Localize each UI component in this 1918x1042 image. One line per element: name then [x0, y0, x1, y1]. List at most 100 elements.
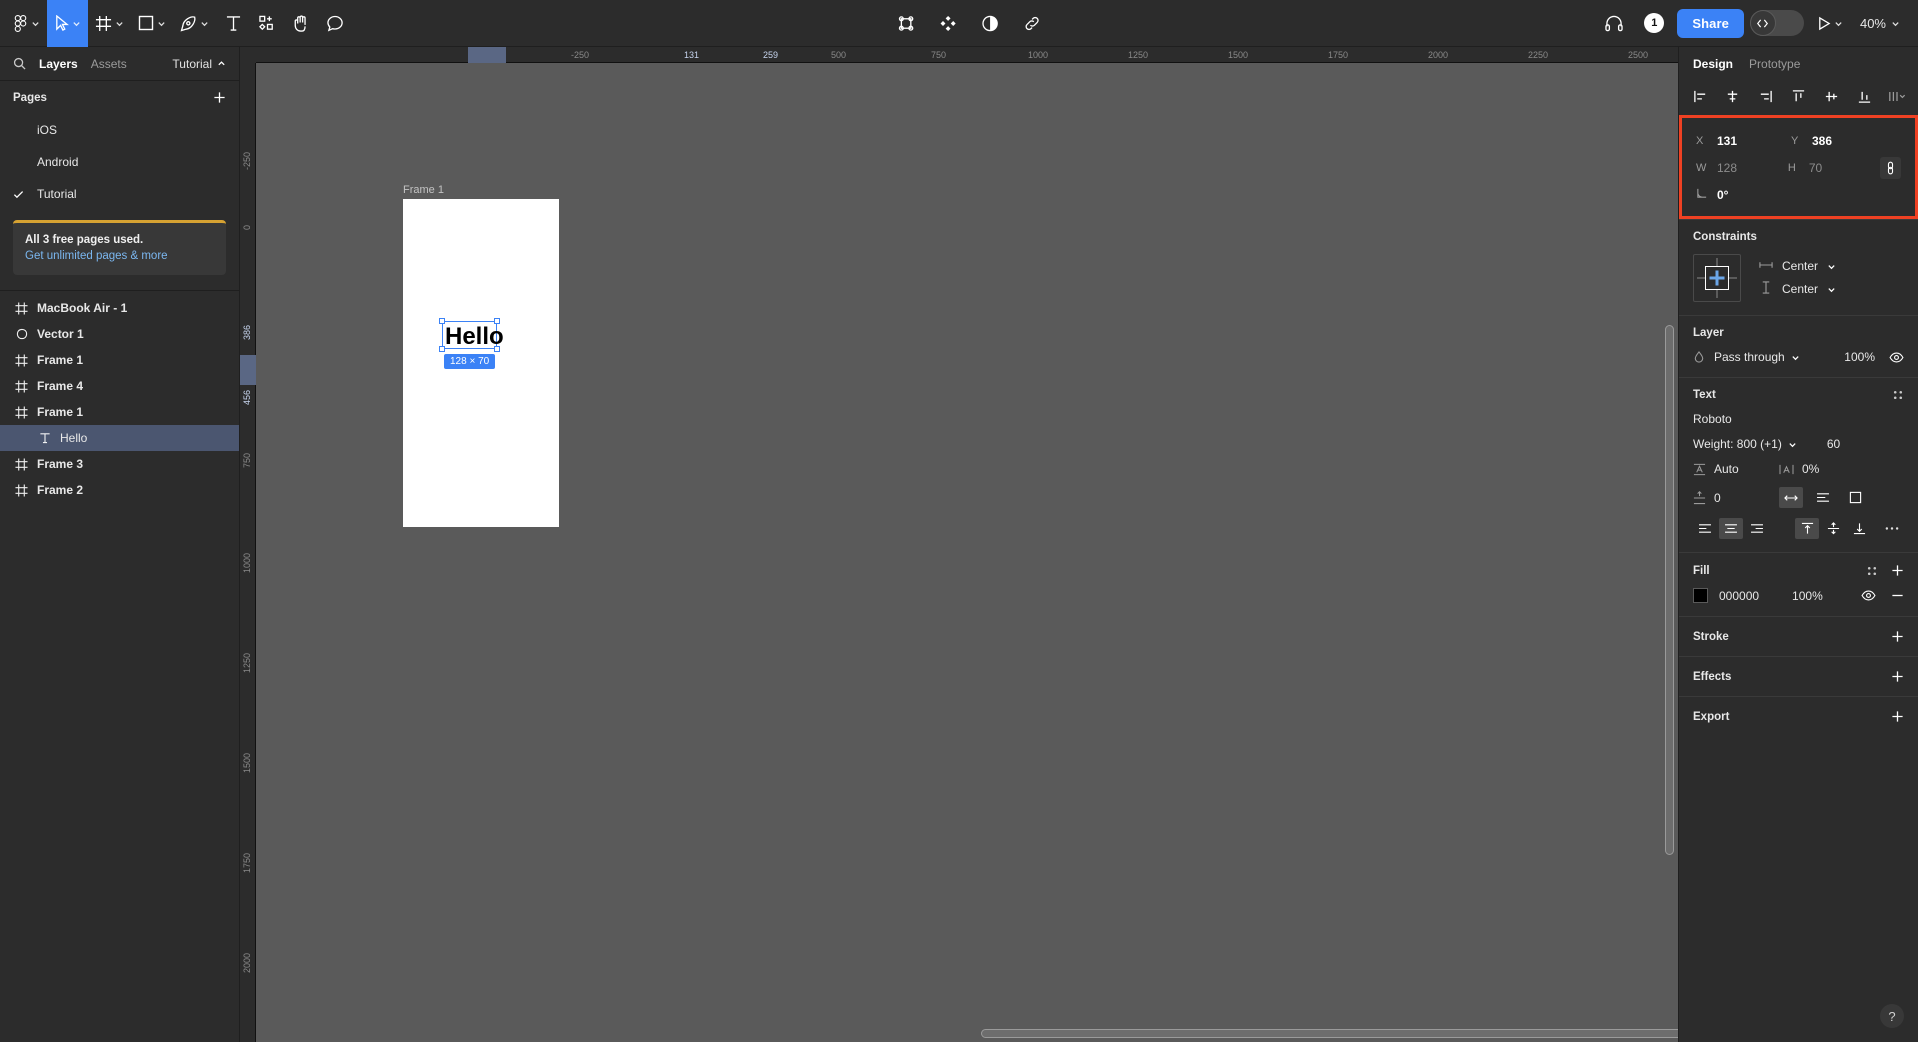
- align-vertical-center-icon[interactable]: [1818, 84, 1844, 108]
- comment-tool-button[interactable]: [318, 0, 352, 47]
- layer-row[interactable]: Frame 1: [0, 347, 239, 373]
- tab-prototype[interactable]: Prototype: [1749, 57, 1800, 71]
- styles-dots-icon[interactable]: [1866, 565, 1878, 577]
- figma-menu-button[interactable]: [6, 0, 47, 47]
- rotation-field[interactable]: 0°: [1696, 187, 1791, 202]
- canvas-viewport[interactable]: Frame 1 Hello 128 × 70: [256, 63, 1678, 1042]
- paragraph-spacing-group[interactable]: 0: [1693, 491, 1771, 505]
- resources-tool-button[interactable]: [250, 0, 284, 47]
- vertical-ruler[interactable]: -250 0 386 456 750 1000 1250 1500 1750 2…: [240, 47, 256, 1042]
- fill-color-swatch[interactable]: [1693, 588, 1708, 603]
- add-stroke-button[interactable]: [1891, 630, 1904, 643]
- align-text-right-icon[interactable]: [1745, 518, 1769, 539]
- auto-width-icon[interactable]: [1779, 487, 1803, 508]
- tab-design[interactable]: Design: [1693, 57, 1733, 71]
- layer-row[interactable]: Frame 3: [0, 451, 239, 477]
- layer-row[interactable]: Vector 1: [0, 321, 239, 347]
- remove-fill-button[interactable]: [1891, 589, 1904, 602]
- y-field[interactable]: Y 386: [1791, 134, 1886, 148]
- horizontal-ruler[interactable]: -250 131 259 500 750 1000 1250 1500 1750…: [240, 47, 1848, 63]
- distribute-icon[interactable]: [1884, 84, 1910, 108]
- add-export-button[interactable]: [1891, 710, 1904, 723]
- help-button[interactable]: ?: [1880, 1004, 1904, 1028]
- horizontal-scrollbar[interactable]: [981, 1029, 1678, 1038]
- add-effect-button[interactable]: [1891, 670, 1904, 683]
- layer-row[interactable]: Frame 2: [0, 477, 239, 503]
- layer-title: Layer: [1693, 327, 1724, 339]
- move-tool-button[interactable]: [47, 0, 88, 47]
- align-text-center-icon[interactable]: [1719, 518, 1743, 539]
- layer-opacity-value[interactable]: 100%: [1844, 350, 1875, 364]
- w-field[interactable]: W 128: [1696, 161, 1788, 175]
- page-item-tutorial[interactable]: Tutorial: [0, 178, 239, 210]
- align-text-bottom-icon[interactable]: [1847, 518, 1871, 539]
- zoom-control[interactable]: 40%: [1856, 16, 1904, 31]
- mask-button[interactable]: [973, 0, 1007, 47]
- more-dots-icon[interactable]: [1880, 518, 1904, 539]
- component-button[interactable]: [889, 0, 923, 47]
- page-item-android[interactable]: Android: [0, 146, 239, 178]
- constraint-vertical-dropdown[interactable]: Center: [1759, 281, 1836, 297]
- avatar[interactable]: 1: [1637, 0, 1671, 47]
- align-top-icon[interactable]: [1785, 84, 1811, 108]
- x-field[interactable]: X 131: [1696, 134, 1791, 148]
- letter-spacing-group[interactable]: 0%: [1779, 462, 1857, 476]
- hand-tool-button[interactable]: [284, 0, 318, 47]
- eye-icon[interactable]: [1861, 590, 1876, 601]
- align-text-left-icon[interactable]: [1693, 518, 1717, 539]
- dimension-badge: 128 × 70: [444, 354, 496, 369]
- link-button[interactable]: [1015, 0, 1049, 47]
- hello-text-object[interactable]: Hello: [445, 325, 504, 349]
- align-text-middle-icon[interactable]: [1821, 518, 1845, 539]
- dev-mode-toggle[interactable]: [1749, 10, 1804, 36]
- search-icon[interactable]: [13, 57, 26, 70]
- frame-tool-button[interactable]: [88, 0, 131, 47]
- align-text-top-icon[interactable]: [1795, 518, 1819, 539]
- tab-assets[interactable]: Assets: [91, 57, 127, 71]
- align-right-icon[interactable]: [1753, 84, 1779, 108]
- blend-mode-value[interactable]: Pass through: [1714, 350, 1785, 364]
- effects-title: Effects: [1693, 670, 1732, 683]
- truncate-icon[interactable]: [1811, 487, 1835, 508]
- fixed-size-icon[interactable]: [1843, 487, 1867, 508]
- add-page-button[interactable]: [213, 91, 226, 104]
- share-button[interactable]: Share: [1677, 8, 1744, 38]
- align-left-icon[interactable]: [1687, 84, 1713, 108]
- text-tool-button[interactable]: [216, 0, 250, 47]
- font-family-value[interactable]: Roboto: [1693, 412, 1904, 426]
- present-button[interactable]: [1810, 0, 1850, 47]
- shape-tool-button[interactable]: [131, 0, 173, 47]
- pen-tool-button[interactable]: [173, 0, 216, 47]
- audio-button[interactable]: [1597, 0, 1631, 47]
- line-height-group[interactable]: Auto: [1693, 462, 1771, 476]
- constraints-grid[interactable]: [1693, 254, 1741, 302]
- constraint-horizontal-dropdown[interactable]: Center: [1759, 259, 1836, 273]
- layer-row[interactable]: Frame 4: [0, 373, 239, 399]
- fill-hex-value[interactable]: 000000: [1719, 589, 1759, 603]
- layer-row-hello-selected[interactable]: Hello: [0, 425, 239, 451]
- layer-label: Vector 1: [37, 327, 84, 341]
- tab-layers[interactable]: Layers: [39, 57, 78, 71]
- h-field[interactable]: H 70: [1788, 161, 1880, 175]
- add-fill-button[interactable]: [1891, 564, 1904, 577]
- components-plus-icon: [258, 15, 276, 32]
- layer-section: Layer Pass through 100%: [1679, 315, 1918, 377]
- align-horizontal-center-icon[interactable]: [1720, 84, 1746, 108]
- align-bottom-icon[interactable]: [1851, 84, 1877, 108]
- font-weight-value[interactable]: Weight: 800 (+1): [1693, 437, 1782, 451]
- multi-component-button[interactable]: [931, 0, 965, 47]
- hand-icon: [293, 14, 309, 32]
- link-ratio-icon[interactable]: [1879, 156, 1901, 179]
- font-size-value[interactable]: 60: [1827, 437, 1840, 451]
- layer-row[interactable]: Frame 1: [0, 399, 239, 425]
- layer-row[interactable]: MacBook Air - 1: [0, 295, 239, 321]
- vertical-scrollbar[interactable]: [1665, 325, 1674, 855]
- file-name-dropdown[interactable]: Tutorial: [172, 57, 226, 71]
- promo-link[interactable]: Get unlimited pages & more: [25, 250, 214, 262]
- eye-icon[interactable]: [1889, 352, 1904, 363]
- fill-opacity-value[interactable]: 100%: [1792, 589, 1823, 603]
- canvas-area[interactable]: Frame 1 Hello 128 × 70 -250 131 259 500 …: [240, 47, 1848, 1042]
- text-settings-icon[interactable]: [1892, 389, 1904, 401]
- page-item-ios[interactable]: iOS: [0, 114, 239, 146]
- frame-label[interactable]: Frame 1: [403, 184, 444, 196]
